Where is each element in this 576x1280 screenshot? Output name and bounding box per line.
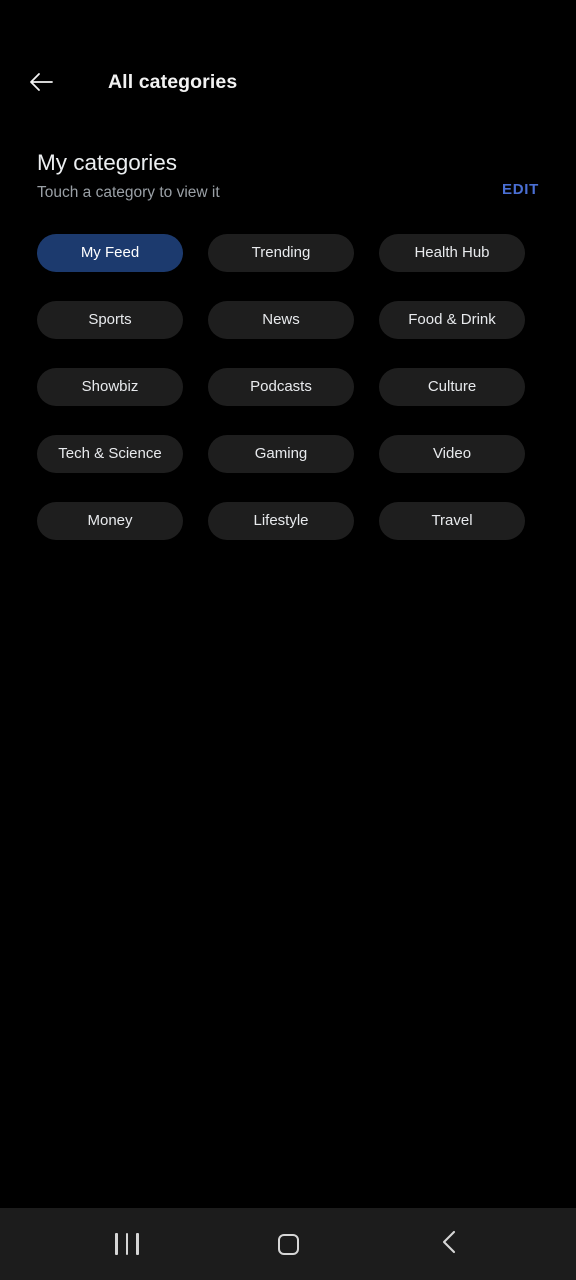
back-chevron-icon bbox=[437, 1227, 463, 1262]
category-chip[interactable]: My Feed bbox=[37, 234, 183, 272]
page-title: All categories bbox=[108, 71, 238, 93]
category-chip-label: Video bbox=[432, 445, 472, 462]
category-chip-label: Trending bbox=[251, 244, 311, 261]
category-chip[interactable]: Showbiz bbox=[37, 368, 183, 406]
section-header: My categories Touch a category to view i… bbox=[0, 128, 576, 222]
category-chip-label: News bbox=[262, 311, 300, 328]
category-chip-label: Sports bbox=[88, 311, 132, 328]
category-chip[interactable]: Podcasts bbox=[208, 368, 354, 406]
back-nav-button[interactable] bbox=[402, 1208, 498, 1280]
category-chip[interactable]: Money bbox=[37, 502, 183, 540]
category-chip[interactable]: Health Hub bbox=[379, 234, 525, 272]
category-chip-label: Food & Drink bbox=[408, 311, 496, 328]
category-chip-label: Gaming bbox=[254, 445, 308, 462]
category-chip[interactable]: Tech & Science bbox=[37, 435, 183, 473]
my-categories-subtitle: Touch a category to view it bbox=[37, 184, 220, 201]
arrow-left-icon bbox=[26, 67, 56, 97]
category-chip[interactable]: News bbox=[208, 301, 354, 339]
category-chip-label: Showbiz bbox=[81, 378, 139, 395]
category-chip-label: Health Hub bbox=[414, 244, 490, 261]
category-chip-label: Travel bbox=[431, 512, 473, 529]
category-chip[interactable]: Lifestyle bbox=[208, 502, 354, 540]
app-bar: All categories bbox=[0, 0, 576, 128]
recents-icon bbox=[115, 1233, 139, 1255]
category-chip[interactable]: Gaming bbox=[208, 435, 354, 473]
category-chip[interactable]: Food & Drink bbox=[379, 301, 525, 339]
category-chip-label: Podcasts bbox=[250, 378, 312, 395]
my-categories-heading: My categories bbox=[37, 150, 178, 175]
category-chip-label: Tech & Science bbox=[58, 445, 162, 462]
home-button[interactable] bbox=[240, 1208, 336, 1280]
home-icon bbox=[277, 1233, 299, 1255]
category-chip[interactable]: Video bbox=[379, 435, 525, 473]
category-chip-label: Culture bbox=[427, 378, 477, 395]
back-button[interactable] bbox=[18, 59, 64, 105]
category-chip-label: Money bbox=[87, 512, 133, 529]
category-chip[interactable]: Sports bbox=[37, 301, 183, 339]
category-chip[interactable]: Travel bbox=[379, 502, 525, 540]
category-chip-label: Lifestyle bbox=[253, 512, 309, 529]
category-grid: My Feed Trending Health Hub Sports News Food … bbox=[37, 234, 527, 540]
recents-button[interactable] bbox=[79, 1208, 175, 1280]
category-chip-label: My Feed bbox=[80, 244, 140, 261]
system-navigation-bar bbox=[0, 1208, 576, 1280]
category-chip[interactable]: Culture bbox=[379, 368, 525, 406]
edit-button[interactable]: EDIT bbox=[502, 179, 539, 201]
category-chip[interactable]: Trending bbox=[208, 234, 354, 272]
